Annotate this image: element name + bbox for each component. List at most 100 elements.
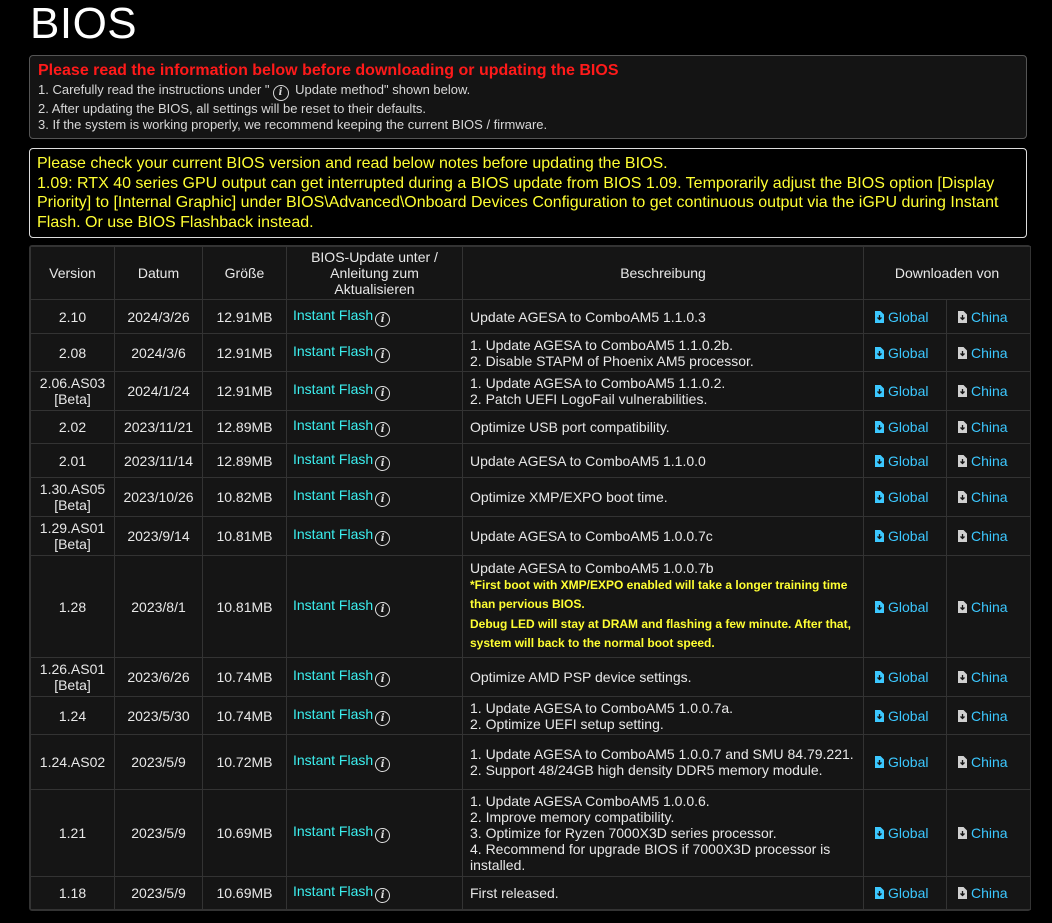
instant-flash-link[interactable]: Instant Flash — [293, 381, 373, 397]
info-icon[interactable]: i — [375, 710, 391, 726]
download-china-link[interactable]: China — [957, 885, 1008, 901]
download-china-link[interactable]: China — [957, 528, 1008, 544]
info-icon: i — [272, 85, 289, 101]
download-china-link[interactable]: China — [957, 383, 1008, 399]
info-icon[interactable]: i — [375, 828, 391, 843]
version-cell: 2.02 — [30, 410, 115, 444]
download-global-label: Global — [888, 528, 929, 544]
download-china-label: China — [971, 825, 1008, 841]
download-global-link[interactable]: Global — [874, 309, 928, 325]
size-cell: 10.82MB — [202, 477, 287, 517]
size-cell: 12.91MB — [202, 299, 287, 334]
download-global-link[interactable]: Global — [874, 528, 928, 544]
download-china-label: China — [971, 383, 1008, 399]
description-cell: Update AGESA to ComboAM5 1.1.0.0 — [462, 443, 864, 478]
version-cell: 1.18 — [30, 876, 115, 910]
download-global-link[interactable]: Global — [874, 419, 928, 435]
info-icon[interactable]: i — [375, 888, 391, 903]
download-global-link[interactable]: Global — [874, 669, 928, 685]
description-cell: 1. Update AGESA to ComboAM5 1.0.0.7 and … — [462, 734, 864, 790]
file-download-icon — [958, 385, 967, 397]
info-icon[interactable]: i — [375, 601, 391, 617]
download-global-link[interactable]: Global — [874, 599, 928, 615]
update-method-cell: Instant Flash i — [286, 443, 463, 478]
download-china-label: China — [971, 598, 1008, 615]
download-china-link[interactable]: China — [957, 453, 1008, 469]
download-china-link[interactable]: China — [957, 825, 1008, 841]
update-method-cell: Instant Flash i — [286, 299, 463, 334]
info-icon[interactable]: i — [375, 531, 391, 546]
info-icon[interactable]: i — [375, 347, 391, 363]
instant-flash-link[interactable]: Instant Flash — [293, 823, 373, 839]
download-global-link[interactable]: Global — [874, 383, 928, 399]
download-global-link[interactable]: Global — [874, 754, 928, 770]
download-china-link[interactable]: China — [957, 345, 1008, 361]
update-method-cell: Instant Flash i — [286, 477, 463, 517]
update-method-cell: Instant Flash i — [286, 516, 463, 556]
download-china-link[interactable]: China — [957, 489, 1008, 505]
download-global-link[interactable]: Global — [874, 489, 928, 505]
instant-flash-link[interactable]: Instant Flash — [293, 667, 373, 683]
download-china-link[interactable]: China — [957, 599, 1008, 615]
file-download-icon — [958, 756, 967, 768]
size-cell: 10.74MB — [202, 657, 287, 697]
table-row: 1.30.AS05 [Beta] 2023/10/26 10.82MB Instant … — [30, 477, 1032, 517]
download-china-link[interactable]: China — [957, 419, 1008, 435]
instant-flash-link[interactable]: Instant Flash — [293, 451, 373, 467]
info-icon[interactable]: i — [375, 492, 391, 507]
warning-line-2: 1.09: RTX 40 series GPU output can get i… — [37, 174, 999, 231]
download-china-cell: China — [945, 734, 1032, 790]
info-icon[interactable]: i — [375, 672, 391, 687]
file-download-icon — [875, 671, 884, 683]
description-line: 1. Update AGESA to ComboAM5 1.0.0.7a. — [470, 699, 734, 716]
instant-flash-link[interactable]: Instant Flash — [293, 752, 373, 768]
info-icon[interactable]: i — [375, 386, 391, 401]
download-china-label: China — [971, 707, 1008, 724]
description-line: 1. Update AGESA ComboAM5 1.0.0.6. — [470, 793, 710, 809]
download-global-link[interactable]: Global — [874, 885, 928, 901]
download-global-link[interactable]: Global — [874, 825, 928, 841]
description-line: 2. Patch UEFI LogoFail vulnerabilities. — [470, 391, 708, 407]
description-cell: Optimize XMP/EXPO boot time. — [462, 477, 864, 517]
download-china-link[interactable]: China — [957, 669, 1008, 685]
download-global-label: Global — [888, 669, 929, 685]
version-cell: 1.21 — [30, 789, 115, 877]
info-icon[interactable]: i — [375, 311, 391, 327]
description-cell: 1. Update AGESA to ComboAM5 1.1.0.2. 2. P… — [462, 371, 864, 411]
file-download-icon — [958, 454, 967, 467]
download-global-link[interactable]: Global — [874, 345, 928, 361]
download-global-cell: Global — [863, 516, 947, 556]
info-icon[interactable]: i — [375, 757, 391, 772]
instant-flash-link[interactable]: Instant Flash — [293, 307, 373, 323]
size-cell: 12.89MB — [202, 410, 287, 444]
download-china-link[interactable]: China — [957, 708, 1008, 724]
instant-flash-link[interactable]: Instant Flash — [293, 597, 373, 613]
date-cell: 2024/3/6 — [114, 333, 203, 372]
version-text: 1.26.AS01 — [39, 661, 106, 677]
file-download-icon — [875, 887, 884, 899]
description-line: 2. Disable STAPM of Phoenix AM5 processo… — [470, 352, 754, 369]
download-global-cell: Global — [863, 876, 947, 910]
table-row: 1.18 2023/5/9 10.69MB Instant Flash i First r… — [30, 876, 1032, 910]
table-body: 2.10 2024/3/26 12.91MB Instant Flash i Update… — [30, 299, 1032, 910]
download-china-cell: China — [945, 371, 1032, 411]
instant-flash-link[interactable]: Instant Flash — [293, 526, 373, 542]
download-global-link[interactable]: Global — [874, 453, 928, 469]
download-china-cell: China — [945, 657, 1032, 697]
download-china-link[interactable]: China — [957, 309, 1008, 325]
instant-flash-link[interactable]: Instant Flash — [293, 706, 373, 722]
download-china-label: China — [971, 885, 1008, 901]
download-china-link[interactable]: China — [957, 754, 1008, 770]
info-icon[interactable]: i — [375, 422, 391, 437]
instant-flash-link[interactable]: Instant Flash — [293, 487, 373, 503]
download-china-cell: China — [945, 516, 1032, 556]
instant-flash-link[interactable]: Instant Flash — [293, 417, 373, 433]
date-cell: 2023/5/9 — [114, 789, 203, 877]
description-line: 1. Update AGESA to ComboAM5 1.1.0.2. — [470, 375, 726, 391]
download-global-link[interactable]: Global — [874, 708, 928, 724]
info-icon[interactable]: i — [375, 455, 391, 471]
size-cell: 10.69MB — [202, 876, 287, 910]
size-cell: 12.89MB — [202, 443, 287, 478]
instant-flash-link[interactable]: Instant Flash — [293, 343, 373, 359]
instant-flash-link[interactable]: Instant Flash — [293, 883, 373, 899]
